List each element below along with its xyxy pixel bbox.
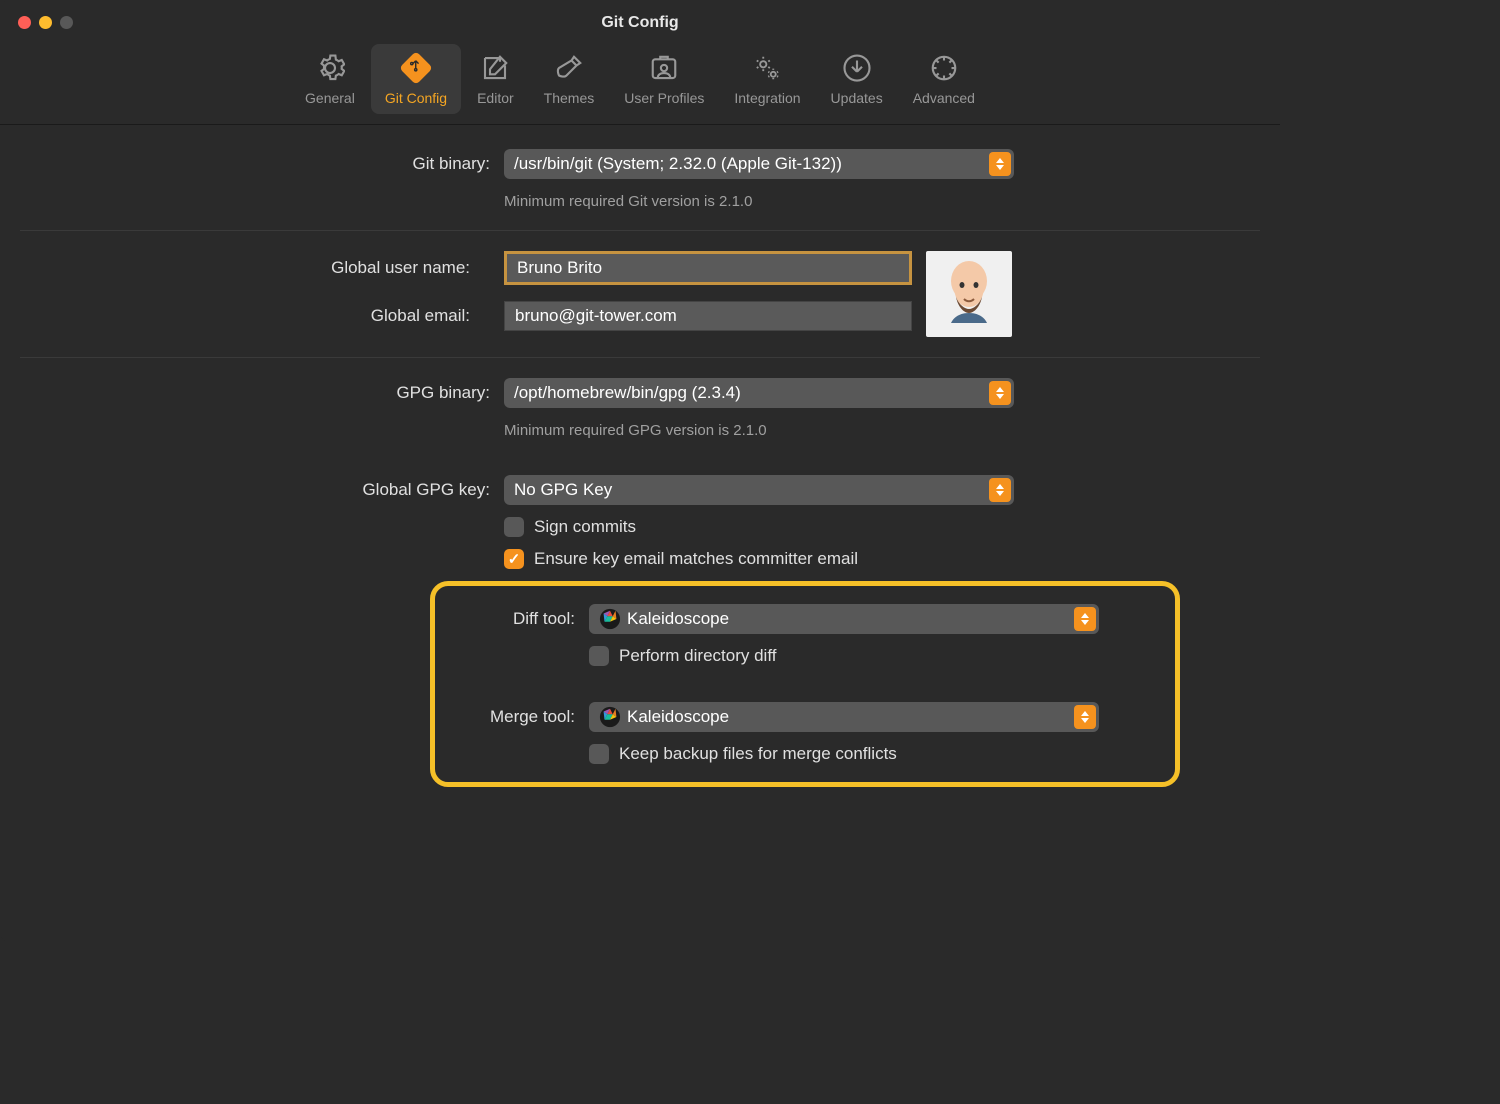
paintbrush-icon: [553, 52, 585, 84]
merge-tool-select[interactable]: Kaleidoscope: [589, 702, 1099, 732]
divider: [20, 357, 1260, 358]
tab-label: Updates: [831, 90, 883, 106]
tab-label: Git Config: [385, 90, 447, 106]
global-email-input[interactable]: [504, 301, 912, 331]
preferences-window: Git Config General Git Config Editor: [0, 0, 1280, 942]
gpg-version-hint: Minimum required GPG version is 2.1.0: [504, 422, 767, 439]
tab-general[interactable]: General: [291, 44, 369, 114]
merge-tool-value: Kaleidoscope: [627, 707, 729, 727]
tab-integration[interactable]: Integration: [720, 44, 814, 114]
gpg-binary-value: /opt/homebrew/bin/gpg (2.3.4): [514, 383, 741, 403]
perform-directory-diff-label: Perform directory diff: [619, 646, 776, 666]
global-user-name-label: Global user name:: [0, 258, 470, 278]
diff-merge-highlight: Diff tool: Kaleidoscope Perform director…: [430, 581, 1180, 787]
minimize-window-button[interactable]: [39, 16, 52, 29]
keep-backup-checkbox[interactable]: [589, 744, 609, 764]
traffic-lights: [18, 16, 73, 29]
diff-tool-label: Diff tool:: [435, 609, 575, 629]
gpg-binary-label: GPG binary:: [20, 383, 490, 403]
zoom-window-button[interactable]: [60, 16, 73, 29]
diff-tool-select[interactable]: Kaleidoscope: [589, 604, 1099, 634]
global-user-name-input[interactable]: [504, 251, 912, 285]
global-gpg-key-select[interactable]: No GPG Key: [504, 475, 1014, 505]
keep-backup-label: Keep backup files for merge conflicts: [619, 744, 897, 764]
global-gpg-key-label: Global GPG key:: [20, 480, 490, 500]
select-arrows-icon: [1074, 607, 1096, 631]
tab-updates[interactable]: Updates: [817, 44, 897, 114]
window-title: Git Config: [601, 14, 678, 32]
diff-tool-value: Kaleidoscope: [627, 609, 729, 629]
select-arrows-icon: [1074, 705, 1096, 729]
git-binary-label: Git binary:: [20, 154, 490, 174]
download-circle-icon: [841, 52, 873, 84]
kaleidoscope-icon: [599, 608, 621, 630]
preferences-toolbar: General Git Config Editor Themes: [0, 30, 1280, 125]
cog-wheel-icon: [928, 52, 960, 84]
select-arrows-icon: [989, 152, 1011, 176]
sign-commits-checkbox[interactable]: [504, 517, 524, 537]
tab-label: Integration: [734, 90, 800, 106]
ensure-key-email-checkbox[interactable]: [504, 549, 524, 569]
tab-label: Editor: [477, 90, 514, 106]
kaleidoscope-icon: [599, 706, 621, 728]
tab-label: Advanced: [913, 90, 975, 106]
merge-tool-label: Merge tool:: [435, 707, 575, 727]
close-window-button[interactable]: [18, 16, 31, 29]
form-content: Git binary: /usr/bin/git (System; 2.32.0…: [0, 125, 1280, 811]
gear-icon: [314, 52, 346, 84]
user-card-icon: [648, 52, 680, 84]
divider: [20, 230, 1260, 231]
select-arrows-icon: [989, 478, 1011, 502]
git-icon: [400, 52, 432, 84]
tab-editor[interactable]: Editor: [463, 44, 528, 114]
tab-label: Themes: [544, 90, 595, 106]
tab-themes[interactable]: Themes: [530, 44, 609, 114]
user-avatar: [926, 251, 1012, 337]
perform-directory-diff-checkbox[interactable]: [589, 646, 609, 666]
ensure-key-email-label: Ensure key email matches committer email: [534, 549, 858, 569]
sign-commits-label: Sign commits: [534, 517, 636, 537]
tab-git-config[interactable]: Git Config: [371, 44, 461, 114]
select-arrows-icon: [989, 381, 1011, 405]
tab-advanced[interactable]: Advanced: [899, 44, 989, 114]
titlebar: Git Config: [0, 0, 1280, 30]
global-email-label: Global email:: [0, 306, 470, 326]
tab-label: General: [305, 90, 355, 106]
git-version-hint: Minimum required Git version is 2.1.0: [504, 193, 752, 210]
git-binary-select[interactable]: /usr/bin/git (System; 2.32.0 (Apple Git-…: [504, 149, 1014, 179]
gpg-binary-select[interactable]: /opt/homebrew/bin/gpg (2.3.4): [504, 378, 1014, 408]
tab-label: User Profiles: [624, 90, 704, 106]
gears-icon: [751, 52, 783, 84]
global-gpg-key-value: No GPG Key: [514, 480, 612, 500]
git-binary-value: /usr/bin/git (System; 2.32.0 (Apple Git-…: [514, 154, 842, 174]
pencil-square-icon: [479, 52, 511, 84]
tab-user-profiles[interactable]: User Profiles: [610, 44, 718, 114]
